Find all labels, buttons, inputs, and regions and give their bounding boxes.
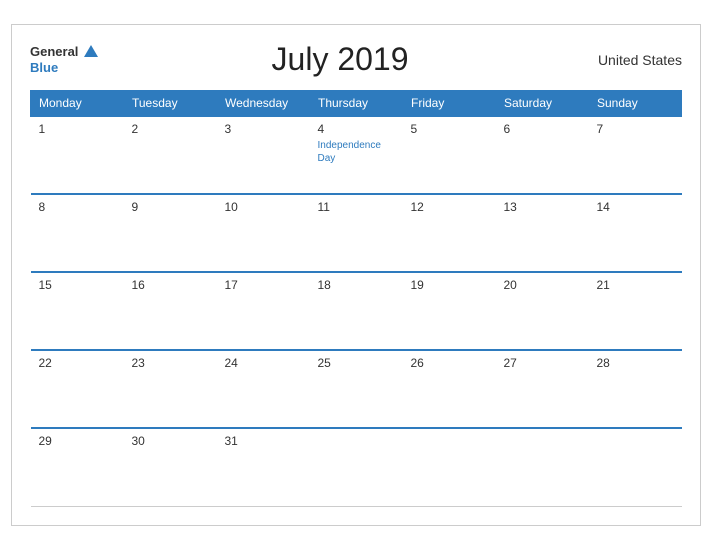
day-cell: 19	[403, 272, 496, 350]
day-cell: 10	[217, 194, 310, 272]
day-cell: 14	[589, 194, 682, 272]
weekday-header-monday: Monday	[31, 91, 124, 117]
weekday-header-thursday: Thursday	[310, 91, 403, 117]
day-number: 26	[411, 356, 488, 370]
day-number: 31	[225, 434, 302, 448]
day-cell	[496, 428, 589, 506]
week-row-3: 15 16 17 18 19 20 21	[31, 272, 682, 350]
day-number: 19	[411, 278, 488, 292]
brand-triangle-icon	[84, 45, 98, 57]
holiday-label: Independence Day	[318, 139, 395, 165]
day-cell: 28	[589, 350, 682, 428]
day-cell	[589, 428, 682, 506]
week-row-2: 8 9 10 11 12 13 14	[31, 194, 682, 272]
day-cell: 16	[124, 272, 217, 350]
day-number: 7	[597, 122, 674, 136]
day-number: 23	[132, 356, 209, 370]
day-number: 8	[39, 200, 116, 214]
brand-logo: General Blue	[30, 44, 98, 75]
brand-blue-text: Blue	[30, 60, 58, 75]
day-cell: 17	[217, 272, 310, 350]
day-cell: 7	[589, 116, 682, 194]
day-cell: 1	[31, 116, 124, 194]
calendar-grid: MondayTuesdayWednesdayThursdayFridaySatu…	[30, 90, 682, 507]
day-number: 22	[39, 356, 116, 370]
week-row-1: 1 2 3 4 Independence Day 5 6 7	[31, 116, 682, 194]
day-number: 3	[225, 122, 302, 136]
day-cell: 12	[403, 194, 496, 272]
day-cell: 26	[403, 350, 496, 428]
day-number: 1	[39, 122, 116, 136]
weekday-header-friday: Friday	[403, 91, 496, 117]
day-cell: 4 Independence Day	[310, 116, 403, 194]
weekday-header-tuesday: Tuesday	[124, 91, 217, 117]
week-row-4: 22 23 24 25 26 27 28	[31, 350, 682, 428]
calendar-header: General Blue July 2019 United States	[30, 41, 682, 78]
day-cell: 5	[403, 116, 496, 194]
weekday-header-sunday: Sunday	[589, 91, 682, 117]
day-number: 13	[504, 200, 581, 214]
day-number: 30	[132, 434, 209, 448]
day-number: 17	[225, 278, 302, 292]
day-number: 21	[597, 278, 674, 292]
calendar-title: July 2019	[98, 41, 582, 78]
day-cell	[310, 428, 403, 506]
day-cell: 21	[589, 272, 682, 350]
day-cell: 23	[124, 350, 217, 428]
day-number: 9	[132, 200, 209, 214]
calendar-container: General Blue July 2019 United States Mon…	[11, 24, 701, 526]
day-number: 24	[225, 356, 302, 370]
day-number: 5	[411, 122, 488, 136]
day-number: 15	[39, 278, 116, 292]
day-number: 28	[597, 356, 674, 370]
day-number: 6	[504, 122, 581, 136]
day-number: 25	[318, 356, 395, 370]
day-cell: 24	[217, 350, 310, 428]
weekday-header-wednesday: Wednesday	[217, 91, 310, 117]
day-cell	[403, 428, 496, 506]
day-cell: 3	[217, 116, 310, 194]
day-cell: 18	[310, 272, 403, 350]
day-cell: 31	[217, 428, 310, 506]
day-number: 20	[504, 278, 581, 292]
day-number: 4	[318, 122, 395, 136]
weekday-header-row: MondayTuesdayWednesdayThursdayFridaySatu…	[31, 91, 682, 117]
day-cell: 2	[124, 116, 217, 194]
day-number: 2	[132, 122, 209, 136]
day-number: 18	[318, 278, 395, 292]
region-label: United States	[582, 52, 682, 68]
day-cell: 22	[31, 350, 124, 428]
brand-general-text: General	[30, 44, 78, 59]
day-cell: 20	[496, 272, 589, 350]
day-cell: 13	[496, 194, 589, 272]
day-cell: 30	[124, 428, 217, 506]
day-number: 16	[132, 278, 209, 292]
day-cell: 9	[124, 194, 217, 272]
day-number: 11	[318, 200, 395, 214]
day-number: 14	[597, 200, 674, 214]
day-cell: 25	[310, 350, 403, 428]
day-number: 27	[504, 356, 581, 370]
day-cell: 27	[496, 350, 589, 428]
week-row-5: 29 30 31	[31, 428, 682, 506]
day-cell: 15	[31, 272, 124, 350]
day-number: 10	[225, 200, 302, 214]
day-cell: 29	[31, 428, 124, 506]
day-cell: 6	[496, 116, 589, 194]
day-number: 29	[39, 434, 116, 448]
weekday-header-saturday: Saturday	[496, 91, 589, 117]
day-number: 12	[411, 200, 488, 214]
day-cell: 11	[310, 194, 403, 272]
day-cell: 8	[31, 194, 124, 272]
